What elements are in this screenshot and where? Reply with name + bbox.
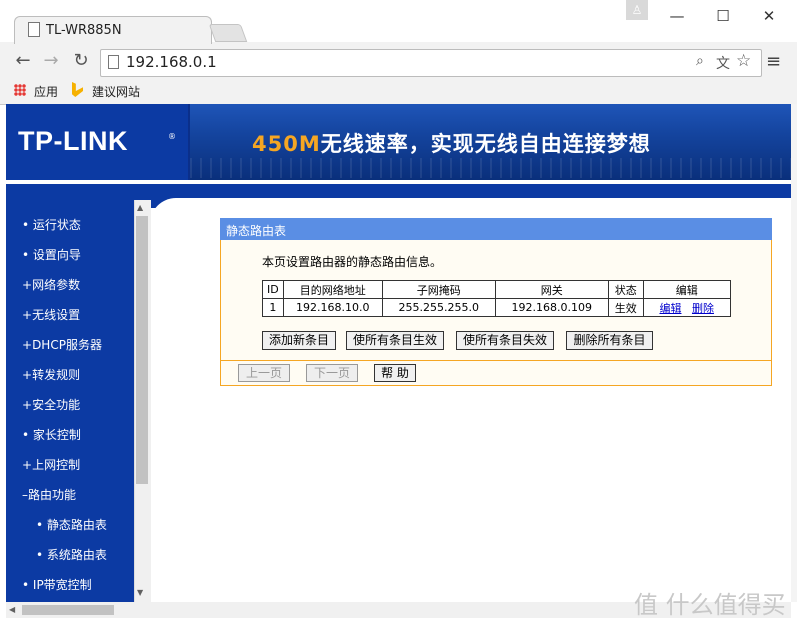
sidebar-item-label: 安全功能 <box>32 398 81 412</box>
col-id: ID <box>262 280 284 299</box>
cell-destination: 192.168.10.0 <box>282 298 383 317</box>
sidebar-item-system-routes[interactable]: • 系统路由表 <box>36 546 107 563</box>
scroll-up-icon[interactable]: ▲ <box>137 203 143 212</box>
sidebar-item-bandwidth[interactable]: • IP带宽控制 <box>22 576 92 593</box>
expand-icon: + <box>22 458 33 472</box>
panel-footer <box>221 360 771 385</box>
sidebar-item-static-routes[interactable]: • 静态路由表 <box>36 516 107 533</box>
table-header-row: ID 目的网络地址 子网掩码 网关 状态 编辑 <box>262 280 731 299</box>
routes-table: ID 目的网络地址 子网掩码 网关 状态 编辑 1 192.168.10.0 2… <box>262 280 731 317</box>
prev-page-button[interactable]: 上一页 <box>238 364 290 382</box>
expand-icon: + <box>22 368 33 382</box>
sidebar-item-network[interactable]: +网络参数 <box>22 276 80 293</box>
sidebar-item-label: 静态路由表 <box>46 518 107 532</box>
translate-icon[interactable]: 文 <box>716 53 730 73</box>
slogan-highlight: 450M <box>252 132 321 156</box>
sidebar-item-label: 家长控制 <box>32 428 81 442</box>
panel-title-bar <box>220 218 772 240</box>
cell-mask: 255.255.255.0 <box>381 298 496 317</box>
bullet-icon: • <box>22 248 30 262</box>
bookmark-suggested-sites[interactable]: 建议网站 <box>92 83 140 100</box>
zoom-icon[interactable]: ⌕ <box>696 53 704 69</box>
panel-title: 静态路由表 <box>226 224 287 238</box>
panel-description: 本页设置路由器的静态路由信息。 <box>262 255 443 269</box>
horizontal-scroll-thumb[interactable] <box>22 605 114 615</box>
edit-link[interactable]: 编辑 <box>659 302 681 315</box>
banner-slogan: 450M无线速率，实现无线自由连接梦想 <box>252 128 651 158</box>
table-row: 1 192.168.10.0 255.255.255.0 192.168.0.1… <box>262 298 731 317</box>
minimize-button[interactable]: — <box>666 6 688 26</box>
delete-all-button[interactable]: 删除所有条目 <box>566 331 653 350</box>
bullet-icon: • <box>22 428 30 442</box>
star-icon[interactable]: ☆ <box>736 51 751 71</box>
sidebar-item-label: 转发规则 <box>32 368 81 382</box>
sidebar-item-label: 无线设置 <box>32 308 81 322</box>
sidebar-item-label: 系统路由表 <box>46 548 107 562</box>
forward-icon[interactable]: → <box>40 50 62 72</box>
sidebar-item-label: 上网控制 <box>32 458 81 472</box>
sidebar-item-wireless[interactable]: +无线设置 <box>22 306 80 323</box>
slogan-text: 无线速率，实现无线自由连接梦想 <box>320 132 651 156</box>
sidebar-item-security[interactable]: +安全功能 <box>22 396 80 413</box>
sidebar-item-label: DHCP服务器 <box>32 338 102 352</box>
sidebar-item-label: IP带宽控制 <box>32 578 92 592</box>
sidebar-item-parental[interactable]: • 家长控制 <box>22 426 81 443</box>
menu-icon[interactable]: ≡ <box>766 51 781 72</box>
new-tab-button[interactable] <box>208 24 248 42</box>
col-destination: 目的网络地址 <box>282 280 383 299</box>
expand-icon: + <box>22 398 33 412</box>
scroll-thumb[interactable] <box>136 216 148 484</box>
cell-status: 生效 <box>607 298 644 317</box>
url-text[interactable]: 192.168.0.1 <box>126 53 217 71</box>
back-icon[interactable]: ← <box>12 50 34 72</box>
col-edit: 编辑 <box>642 280 731 299</box>
expand-icon: + <box>22 308 33 322</box>
bullet-icon: • <box>36 548 44 562</box>
help-button[interactable]: 帮 助 <box>374 364 416 382</box>
enable-all-button[interactable]: 使所有条目生效 <box>346 331 444 350</box>
cell-id: 1 <box>262 298 284 317</box>
page-edge <box>791 104 797 602</box>
close-button[interactable]: ✕ <box>758 6 780 26</box>
document-icon <box>28 22 40 37</box>
col-mask: 子网掩码 <box>381 280 496 299</box>
disable-all-button[interactable]: 使所有条目失效 <box>456 331 554 350</box>
bookmark-apps[interactable]: 应用 <box>34 83 58 100</box>
delete-link[interactable]: 删除 <box>692 302 714 315</box>
cell-gateway: 192.168.0.109 <box>494 298 609 317</box>
col-status: 状态 <box>607 280 644 299</box>
page-icon <box>108 55 119 69</box>
sidebar-item-label: 网络参数 <box>32 278 81 292</box>
scroll-left-icon[interactable]: ◀ <box>9 605 15 614</box>
next-page-button[interactable]: 下一页 <box>306 364 358 382</box>
tab-title: TL-WR885N <box>46 23 122 38</box>
banner-decoration <box>190 158 791 178</box>
registered-mark: ® <box>168 132 176 141</box>
add-entry-button[interactable]: 添加新条目 <box>262 331 336 350</box>
sidebar-item-dhcp[interactable]: +DHCP服务器 <box>22 336 102 353</box>
sidebar-item-label: 路由功能 <box>28 488 77 502</box>
tp-link-logo: TP-LINK <box>18 126 128 156</box>
bullet-icon: • <box>22 218 30 232</box>
cell-actions: 编辑 删除 <box>642 298 731 317</box>
col-gateway: 网关 <box>494 280 609 299</box>
user-icon[interactable]: ♙ <box>626 0 648 20</box>
watermark: 值 什么值得买 <box>634 591 786 619</box>
apps-icon[interactable] <box>14 84 26 96</box>
sidebar-item-forwarding[interactable]: +转发规则 <box>22 366 80 383</box>
sidebar-item-wizard[interactable]: • 设置向导 <box>22 246 81 263</box>
maximize-button[interactable]: ☐ <box>712 6 734 26</box>
expand-icon: + <box>22 338 33 352</box>
bullet-icon: • <box>36 518 44 532</box>
sidebar-item-status[interactable]: • 运行状态 <box>22 216 81 233</box>
scroll-down-icon[interactable]: ▼ <box>137 588 143 597</box>
sidebar-item-label: 运行状态 <box>32 218 81 232</box>
expand-icon: + <box>22 278 33 292</box>
sidebar-item-routing[interactable]: –路由功能 <box>22 486 76 503</box>
sidebar-item-access-control[interactable]: +上网控制 <box>22 456 80 473</box>
bullet-icon: • <box>22 578 30 592</box>
sidebar-item-label: 设置向导 <box>32 248 81 262</box>
reload-icon[interactable]: ↻ <box>70 50 92 72</box>
